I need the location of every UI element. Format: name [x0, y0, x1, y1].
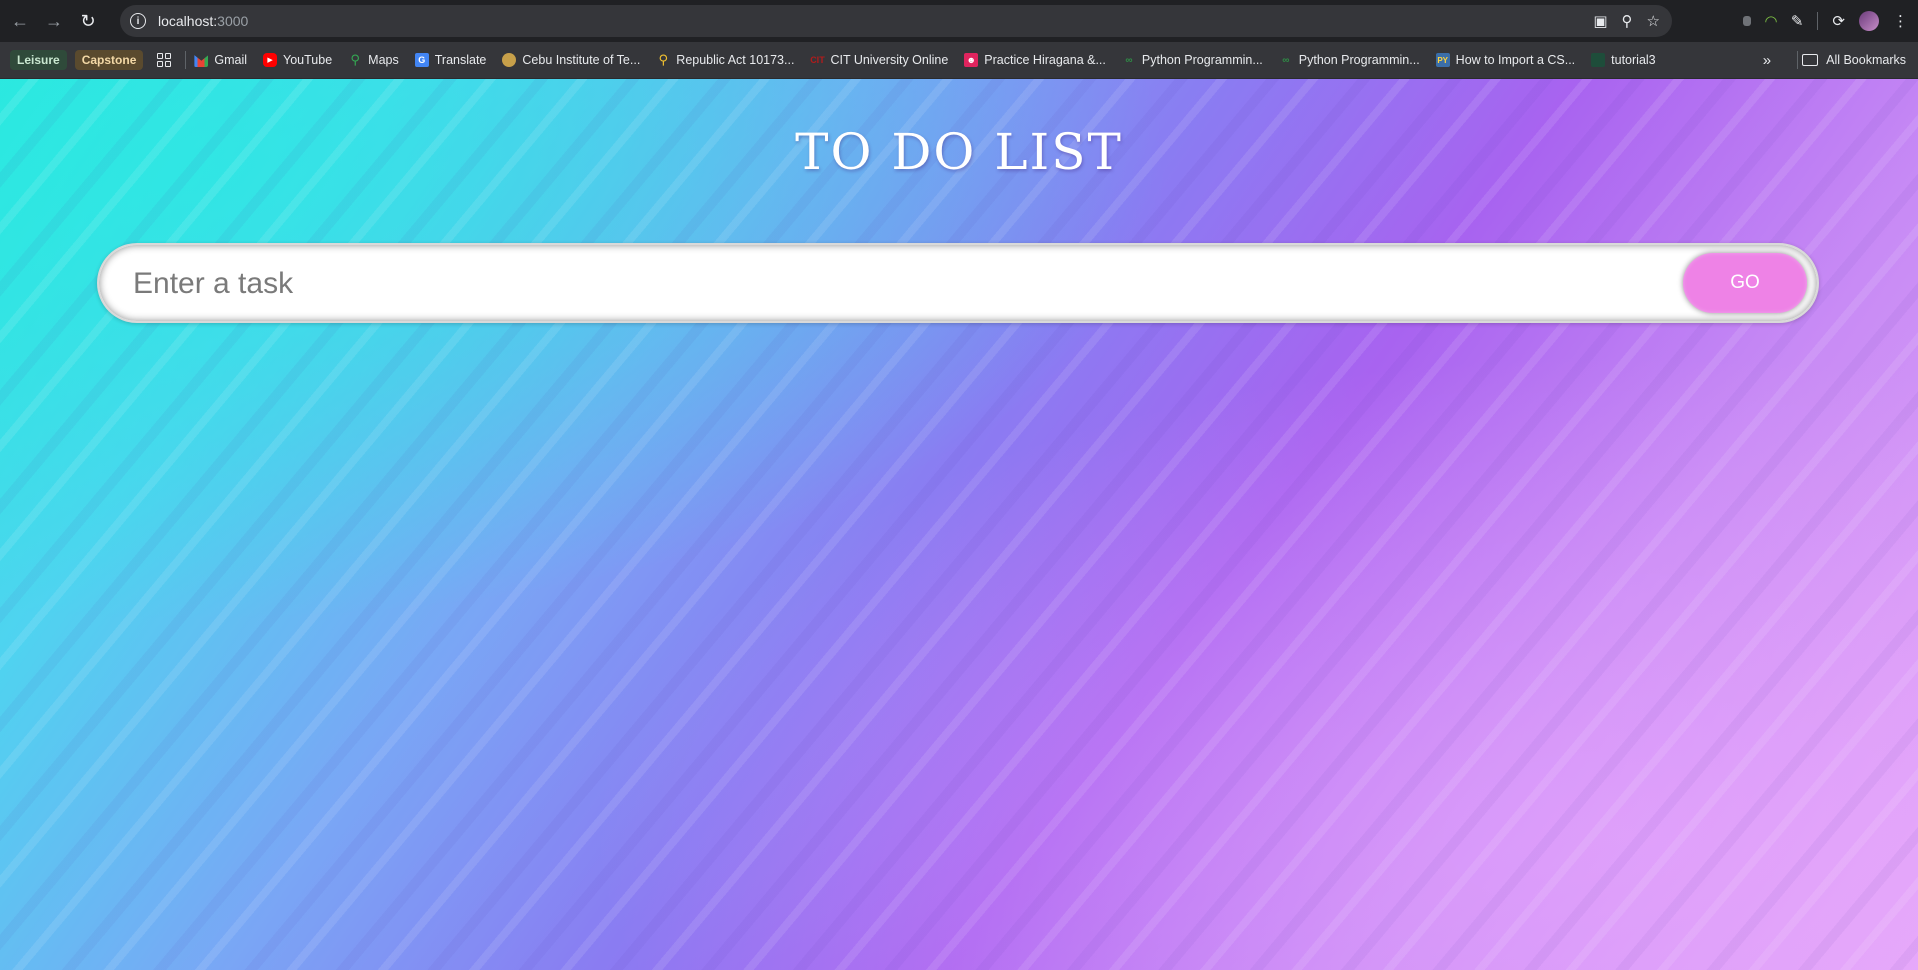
tab-group-leisure[interactable]: Leisure	[10, 50, 67, 70]
bookmark-maps[interactable]: ⚲ Maps	[348, 52, 399, 67]
bookmark-import-csv[interactable]: PY How to Import a CS...	[1435, 53, 1576, 67]
bookmark-hiragana[interactable]: ☻ Practice Hiragana &...	[964, 53, 1106, 67]
site-info-icon[interactable]: i	[130, 13, 146, 29]
bookmarks-bar: Leisure Capstone Gmail ▶ YouTube ⚲ Maps GT…	[0, 42, 1918, 79]
bookmark-tutorial3[interactable]: tutorial3	[1591, 53, 1656, 67]
gmail-icon	[194, 55, 209, 67]
republic-act-icon: ⚲	[658, 52, 669, 67]
apps-grid-icon[interactable]	[157, 53, 172, 67]
extensions-puzzle-icon[interactable]: ✎	[1791, 12, 1804, 30]
maps-icon: ⚲	[350, 52, 360, 67]
bookmark-label: CIT University Online	[830, 53, 949, 67]
tutorial-icon	[1591, 53, 1606, 67]
bookmarks-right-divider	[1797, 51, 1799, 69]
bookmark-label: YouTube	[283, 53, 333, 67]
bookmark-label: Python Programmin...	[1298, 53, 1420, 67]
install-app-icon[interactable]: ▣	[1593, 12, 1607, 30]
bookmark-label: Practice Hiragana &...	[984, 53, 1106, 67]
profile-avatar[interactable]	[1859, 11, 1879, 31]
menu-kebab-icon[interactable]: ⋮	[1893, 12, 1908, 30]
page-viewport: TO DO LIST GO	[0, 79, 1918, 970]
youtube-icon: ▶	[263, 53, 278, 67]
python-icon: PY	[1435, 53, 1450, 67]
bookmark-republic-act[interactable]: ⚲ Republic Act 10173...	[656, 52, 795, 67]
extension-chart-icon[interactable]: ◠	[1765, 12, 1777, 30]
bookmark-label: Republic Act 10173...	[676, 53, 795, 67]
go-button[interactable]: GO	[1683, 253, 1807, 313]
page-title: TO DO LIST	[795, 123, 1123, 181]
toolbar-divider	[1817, 12, 1819, 30]
more-bookmarks-icon[interactable]: »	[1763, 52, 1771, 69]
gfg-icon: ∞	[1282, 54, 1290, 66]
reload-icon[interactable]: ↻	[74, 7, 102, 35]
cebu-icon	[502, 53, 517, 67]
task-form: GO	[97, 243, 1819, 323]
tab-group-capstone[interactable]: Capstone	[74, 50, 144, 70]
bookmark-gmail[interactable]: Gmail	[194, 53, 247, 67]
url-text[interactable]: localhost:3000	[158, 13, 248, 29]
bookmark-label: Cebu Institute of Te...	[522, 53, 641, 67]
bookmark-translate[interactable]: G Translate	[414, 53, 487, 67]
browser-toolbar: ← → ↻ i localhost:3000 ▣ ⚲ ☆ ◠ ✎ ⟳ ⋮	[0, 0, 1918, 42]
bookmark-cebu[interactable]: Cebu Institute of Te...	[502, 53, 640, 67]
task-input[interactable]	[131, 245, 1635, 323]
bookmark-python-1[interactable]: ∞ Python Programmin...	[1122, 53, 1263, 67]
bookmark-label: Python Programmin...	[1141, 53, 1263, 67]
zoom-icon[interactable]: ⚲	[1622, 12, 1633, 30]
gfg-icon: ∞	[1125, 54, 1133, 66]
all-bookmarks-button[interactable]: All Bookmarks	[1826, 53, 1906, 67]
forward-icon[interactable]: →	[40, 7, 68, 35]
bookmark-label: Maps	[368, 53, 399, 67]
bookmark-star-icon[interactable]: ☆	[1647, 12, 1660, 30]
bookmark-label: How to Import a CS...	[1455, 53, 1576, 67]
bookmark-label: tutorial3	[1611, 53, 1656, 67]
address-bar[interactable]: i localhost:3000 ▣ ⚲ ☆	[120, 5, 1672, 37]
back-icon[interactable]: ←	[6, 7, 34, 35]
folder-icon	[1802, 54, 1819, 66]
browser-actions: ◠ ✎ ⟳ ⋮	[1743, 0, 1908, 42]
url-port: 3000	[217, 13, 249, 29]
bookmarks-right: » All Bookmarks	[1763, 42, 1906, 78]
bookmarks-divider	[185, 51, 187, 69]
omnibox-actions: ▣ ⚲ ☆	[1593, 5, 1660, 37]
sync-icon[interactable]: ⟳	[1832, 12, 1845, 30]
bookmark-cit[interactable]: CIT CIT University Online	[810, 53, 948, 67]
bookmark-label: Gmail	[214, 53, 248, 67]
bookmark-python-2[interactable]: ∞ Python Programmin...	[1279, 53, 1420, 67]
bookmark-youtube[interactable]: ▶ YouTube	[263, 53, 332, 67]
url-host: localhost:	[158, 13, 218, 29]
bookmark-label: Translate	[434, 53, 487, 67]
translate-icon: G	[414, 53, 429, 67]
cit-icon: CIT	[810, 55, 825, 65]
hiragana-icon: ☻	[964, 53, 979, 67]
extension-icon[interactable]	[1743, 16, 1752, 26]
